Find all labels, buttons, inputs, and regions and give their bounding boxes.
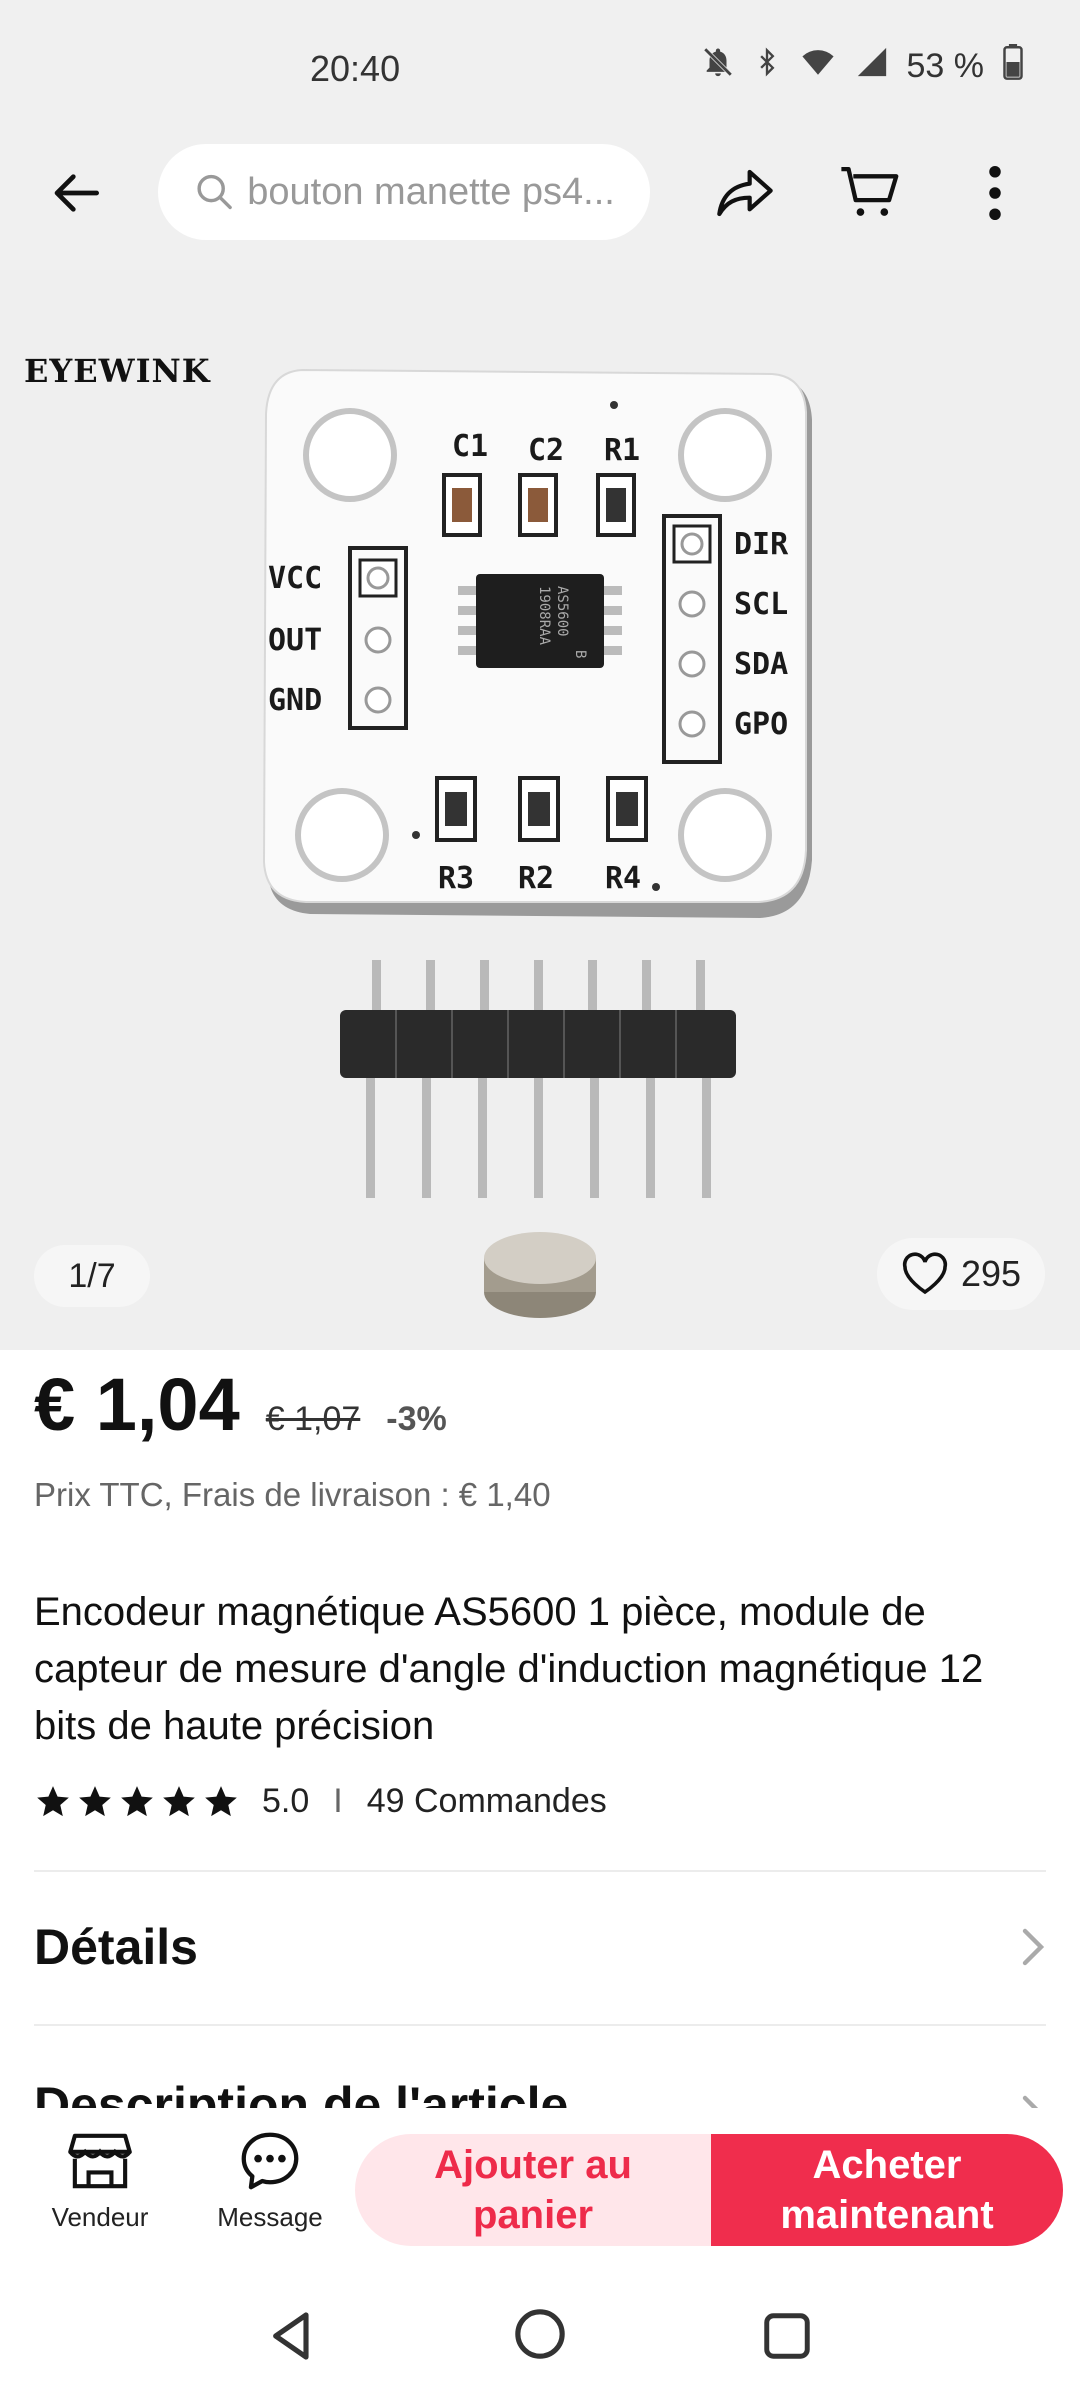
star-icon — [163, 1785, 195, 1816]
rating-value: 5.0 — [262, 1782, 310, 1820]
store-label: Vendeur — [51, 2202, 149, 2232]
notifications-off-icon — [701, 45, 735, 88]
tax-shipping-note: Prix TTC, Frais de livraison : € 1,40 — [34, 1476, 551, 1513]
store-button[interactable]: Vendeur — [30, 2130, 170, 2250]
svg-text:AS5600: AS5600 — [554, 586, 570, 637]
status-time: 20:40 — [310, 48, 401, 89]
svg-text:DIR: DIR — [734, 527, 789, 562]
signal-icon — [855, 45, 889, 88]
wishlist-button[interactable]: 295 — [877, 1238, 1045, 1310]
star-icon — [205, 1785, 237, 1816]
nav-back-button[interactable] — [262, 2308, 322, 2369]
add-to-cart-button[interactable]: Ajouter au panier — [355, 2134, 711, 2246]
star-icon — [79, 1785, 111, 1816]
pin-header — [340, 960, 736, 1198]
product-title: Encodeur magnétique AS5600 1 pièce, modu… — [34, 1590, 984, 1748]
message-button[interactable]: Message — [200, 2130, 340, 2254]
product-image-gallery[interactable]: EYEWINK AS5600 1908RAA B C1 C2 R1 VCC OU… — [0, 270, 1080, 1350]
price-row: € 1,04 € 1,07 -3% — [34, 1362, 447, 1447]
divider — [34, 2024, 1046, 2026]
more-options-button[interactable] — [950, 148, 1040, 238]
nav-home-button[interactable] — [512, 2306, 568, 2367]
chevron-right-icon — [1022, 2095, 1039, 2108]
magnet — [484, 1232, 596, 1318]
svg-text:R4: R4 — [605, 861, 641, 896]
svg-text:OUT: OUT — [268, 623, 322, 658]
pcb-board: AS5600 1908RAA B C1 C2 R1 VCC OUT GND DI… — [262, 368, 812, 918]
nav-recents-icon — [764, 2313, 810, 2359]
svg-text:R2: R2 — [518, 861, 554, 896]
search-input[interactable]: bouton manette ps4... — [158, 144, 650, 240]
original-price: € 1,07 — [265, 1400, 361, 1438]
bluetooth-icon — [753, 45, 781, 88]
rating-separator: I — [333, 1782, 343, 1820]
cart-icon — [841, 167, 899, 216]
current-price: € 1,04 — [34, 1363, 240, 1446]
status-icons: 53 % — [701, 44, 1025, 89]
description-section-row[interactable]: Description de l'article — [34, 2028, 1046, 2108]
heart-icon — [902, 1252, 948, 1295]
svg-text:VCC: VCC — [268, 561, 322, 596]
star-rating — [34, 1783, 240, 1821]
nav-back-icon — [273, 2312, 309, 2360]
svg-text:R1: R1 — [604, 433, 640, 468]
rating-row[interactable]: 5.0 I 49 Commandes — [34, 1782, 607, 1821]
discount-badge: -3% — [386, 1400, 447, 1438]
search-icon — [197, 174, 232, 210]
chat-icon — [241, 2132, 299, 2190]
cart-button[interactable] — [825, 148, 915, 238]
svg-text:C2: C2 — [528, 433, 564, 468]
battery-text: 53 % — [906, 47, 985, 85]
search-query-text: bouton manette ps4... — [247, 170, 615, 213]
details-title: Détails — [34, 1919, 198, 1975]
svg-text:SDA: SDA — [734, 647, 788, 682]
more-vertical-icon — [989, 166, 1001, 220]
chevron-right-icon — [1022, 1928, 1045, 1966]
wifi-icon — [799, 45, 837, 88]
image-page-indicator: 1/7 — [34, 1245, 150, 1307]
svg-text:1908RAA: 1908RAA — [536, 586, 552, 646]
star-icon — [121, 1785, 153, 1816]
orders-count: 49 Commandes — [366, 1782, 607, 1820]
description-title: Description de l'article — [34, 2077, 569, 2108]
likes-count: 295 — [960, 1253, 1022, 1294]
buy-now-button[interactable]: Acheter maintenant — [711, 2134, 1063, 2246]
svg-text:B: B — [572, 650, 588, 658]
add-to-cart-label: Ajouter au panier — [434, 2143, 632, 2237]
back-button[interactable] — [33, 148, 123, 238]
star-icon — [37, 1785, 69, 1816]
buy-now-label: Acheter maintenant — [780, 2143, 994, 2237]
store-icon — [68, 2133, 132, 2189]
svg-text:SCL: SCL — [734, 587, 788, 622]
details-section-row[interactable]: Détails — [34, 1872, 1046, 2022]
back-arrow-icon — [54, 174, 99, 212]
svg-text:R3: R3 — [438, 861, 474, 896]
nav-recents-button[interactable] — [760, 2308, 814, 2369]
svg-text:C1: C1 — [452, 429, 488, 464]
nav-home-icon — [515, 2309, 565, 2359]
svg-text:GND: GND — [268, 683, 322, 718]
message-label: Message — [217, 2202, 323, 2232]
share-button[interactable] — [700, 148, 790, 238]
product-image: AS5600 1908RAA B C1 C2 R1 VCC OUT GND DI… — [262, 368, 812, 1318]
svg-text:GPO: GPO — [734, 707, 788, 742]
battery-icon — [1002, 44, 1024, 89]
share-icon — [717, 169, 773, 217]
